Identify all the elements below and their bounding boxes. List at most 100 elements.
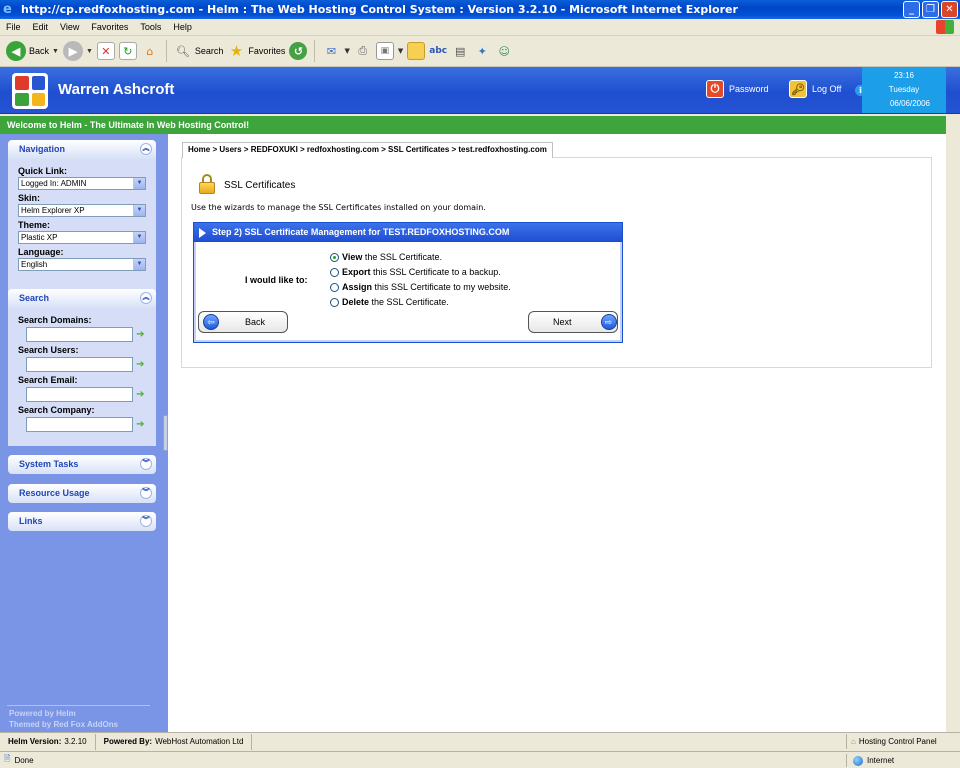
radio-export[interactable]	[330, 267, 339, 277]
option-view-text: the SSL Certificate.	[362, 252, 443, 262]
resource-usage-panel[interactable]: Resource Usage ︾	[8, 484, 156, 503]
sidebar-footer: Powered by Helm Themed by Red Fox AddOns	[9, 708, 118, 730]
quick-link-select[interactable]: Logged In: ADMIN ▼	[18, 177, 146, 190]
page-description: Use the wizards to manage the SSL Certif…	[191, 203, 486, 212]
language-select[interactable]: English ▼	[18, 258, 146, 271]
maximize-button[interactable]: ❐	[922, 1, 939, 18]
stop-icon[interactable]: ✕	[96, 42, 115, 60]
skin-select[interactable]: Helm Explorer XP ▼	[18, 204, 146, 217]
theme-select[interactable]: Plastic XP ▼	[18, 231, 146, 244]
back-dropdown-icon[interactable]: ▼	[52, 48, 59, 55]
expand-icon[interactable]: ︾	[140, 487, 152, 499]
page-title: SSL Certificates	[224, 180, 296, 191]
status-text: Done	[14, 755, 34, 765]
mail-icon[interactable]: ✉	[322, 42, 340, 60]
themed-by-text: Themed by Red Fox AddOns	[9, 720, 119, 729]
forward-arrow-icon: ▶	[62, 41, 83, 61]
search-email-input[interactable]	[26, 387, 134, 402]
system-tasks-panel[interactable]: System Tasks ︾	[8, 455, 156, 474]
menu-tools[interactable]: Tools	[134, 22, 167, 32]
search-panel-header[interactable]: Search ︽	[8, 289, 156, 308]
search-users-input[interactable]	[26, 357, 134, 372]
links-panel[interactable]: Links ︾	[8, 512, 156, 531]
minimize-button[interactable]: _	[903, 1, 920, 18]
option-export[interactable]: Export this SSL Certificate to a backup.	[330, 267, 501, 277]
logoff-link[interactable]: 🔑︎ Log Off	[789, 80, 841, 98]
radio-delete[interactable]	[330, 297, 339, 307]
edit-dropdown-icon[interactable]: ▼	[398, 47, 403, 55]
toolbar-separator	[165, 40, 167, 62]
search-domains-input[interactable]	[26, 327, 134, 342]
spellcheck-icon[interactable]: abc	[429, 42, 447, 60]
research-icon[interactable]: ▤	[451, 42, 469, 60]
menu-file[interactable]: File	[0, 22, 27, 32]
resource-usage-header[interactable]: Resource Usage ︾	[8, 484, 156, 503]
search-label: Search	[194, 46, 224, 56]
option-assign[interactable]: Assign this SSL Certificate to my websit…	[330, 282, 511, 292]
breadcrumb[interactable]: Home > Users > REDFOXUKI > redfoxhosting…	[182, 142, 553, 158]
status-done: 🗎︎ Done	[0, 753, 34, 767]
navigation-title: Navigation	[19, 144, 66, 154]
zone-text: Internet	[867, 756, 895, 765]
expand-icon[interactable]: ︾	[140, 458, 152, 470]
favorites-button[interactable]: ★ Favorites	[227, 42, 286, 60]
system-tasks-title: System Tasks	[19, 459, 79, 469]
search-company-input[interactable]	[26, 417, 134, 432]
logoff-icon: 🔑︎	[789, 80, 807, 98]
lock-icon	[199, 174, 215, 194]
menu-favorites[interactable]: Favorites	[85, 22, 134, 32]
chevron-down-icon: ▼	[133, 205, 145, 216]
forward-dropdown-icon[interactable]: ▼	[86, 48, 93, 55]
home-icon[interactable]: ⌂	[141, 42, 159, 60]
menu-edit[interactable]: Edit	[27, 22, 55, 32]
history-icon[interactable]: ↺	[289, 42, 308, 60]
clock-panel: 23:16 Tuesday 06/06/2006	[862, 67, 946, 113]
wizard-heading-text: Step 2) SSL Certificate Management for T…	[212, 227, 510, 237]
next-wizard-button[interactable]: Next ⇨	[528, 311, 618, 333]
radio-view[interactable]	[330, 252, 339, 262]
links-header[interactable]: Links ︾	[8, 512, 156, 531]
messenger-icon[interactable]: ✦	[473, 42, 491, 60]
option-delete[interactable]: Delete the SSL Certificate.	[330, 297, 449, 307]
print-icon[interactable]: ⎙	[354, 42, 372, 60]
go-arrow-icon[interactable]: ➔	[136, 389, 146, 400]
back-button[interactable]: ◀ Back ▼	[6, 41, 59, 61]
theme-label: Theme:	[18, 220, 51, 230]
refresh-icon[interactable]: ↻	[118, 42, 137, 60]
globe-icon	[853, 755, 863, 766]
system-tasks-header[interactable]: System Tasks ︾	[8, 455, 156, 474]
close-button[interactable]: ✕	[941, 1, 958, 18]
forward-button[interactable]: ▶ ▼	[62, 41, 93, 61]
go-arrow-icon[interactable]: ➔	[136, 359, 146, 370]
menu-view[interactable]: View	[54, 22, 85, 32]
version-cell: Helm Version: 3.2.10	[0, 733, 96, 750]
expand-icon[interactable]: ︾	[140, 515, 152, 527]
mail-dropdown-icon[interactable]: ▼	[344, 47, 349, 55]
go-arrow-icon[interactable]: ➔	[136, 419, 146, 430]
clock-day: Tuesday	[888, 85, 920, 94]
powered-value: WebHost Automation Ltd	[155, 737, 244, 746]
collapse-icon[interactable]: ︽	[140, 143, 152, 155]
ie-icon: e	[3, 1, 12, 17]
radio-assign[interactable]	[330, 282, 339, 292]
discuss-icon[interactable]	[407, 42, 426, 60]
collapse-icon[interactable]: ︽	[140, 292, 152, 304]
back-arrow-icon: ◀	[6, 41, 26, 61]
wizard-prompt: I would like to:	[245, 275, 308, 285]
navigation-panel-header[interactable]: Navigation ︽	[8, 140, 156, 159]
option-assign-text: this SSL Certificate to my website.	[372, 282, 511, 292]
navigation-panel: Navigation ︽ Quick Link: Logged In: ADMI…	[8, 140, 156, 294]
powered-label: Powered By:	[103, 737, 153, 746]
option-view[interactable]: View the SSL Certificate.	[330, 252, 442, 262]
back-wizard-label: Back	[245, 317, 266, 327]
option-delete-verb: Delete	[342, 297, 370, 307]
contacts-icon[interactable]: ☺	[495, 42, 513, 60]
window-title: http://cp.redfoxhosting.com - Helm : The…	[21, 3, 738, 16]
edit-icon[interactable]: ▣	[375, 42, 394, 60]
go-arrow-icon[interactable]: ➔	[136, 329, 146, 340]
language-label: Language:	[18, 247, 64, 257]
search-button[interactable]: 🔍︎ Search	[174, 42, 224, 60]
menu-help[interactable]: Help	[167, 22, 198, 32]
password-link[interactable]: ⏻ Password	[706, 80, 769, 98]
back-wizard-button[interactable]: ⇦ Back	[198, 311, 288, 333]
